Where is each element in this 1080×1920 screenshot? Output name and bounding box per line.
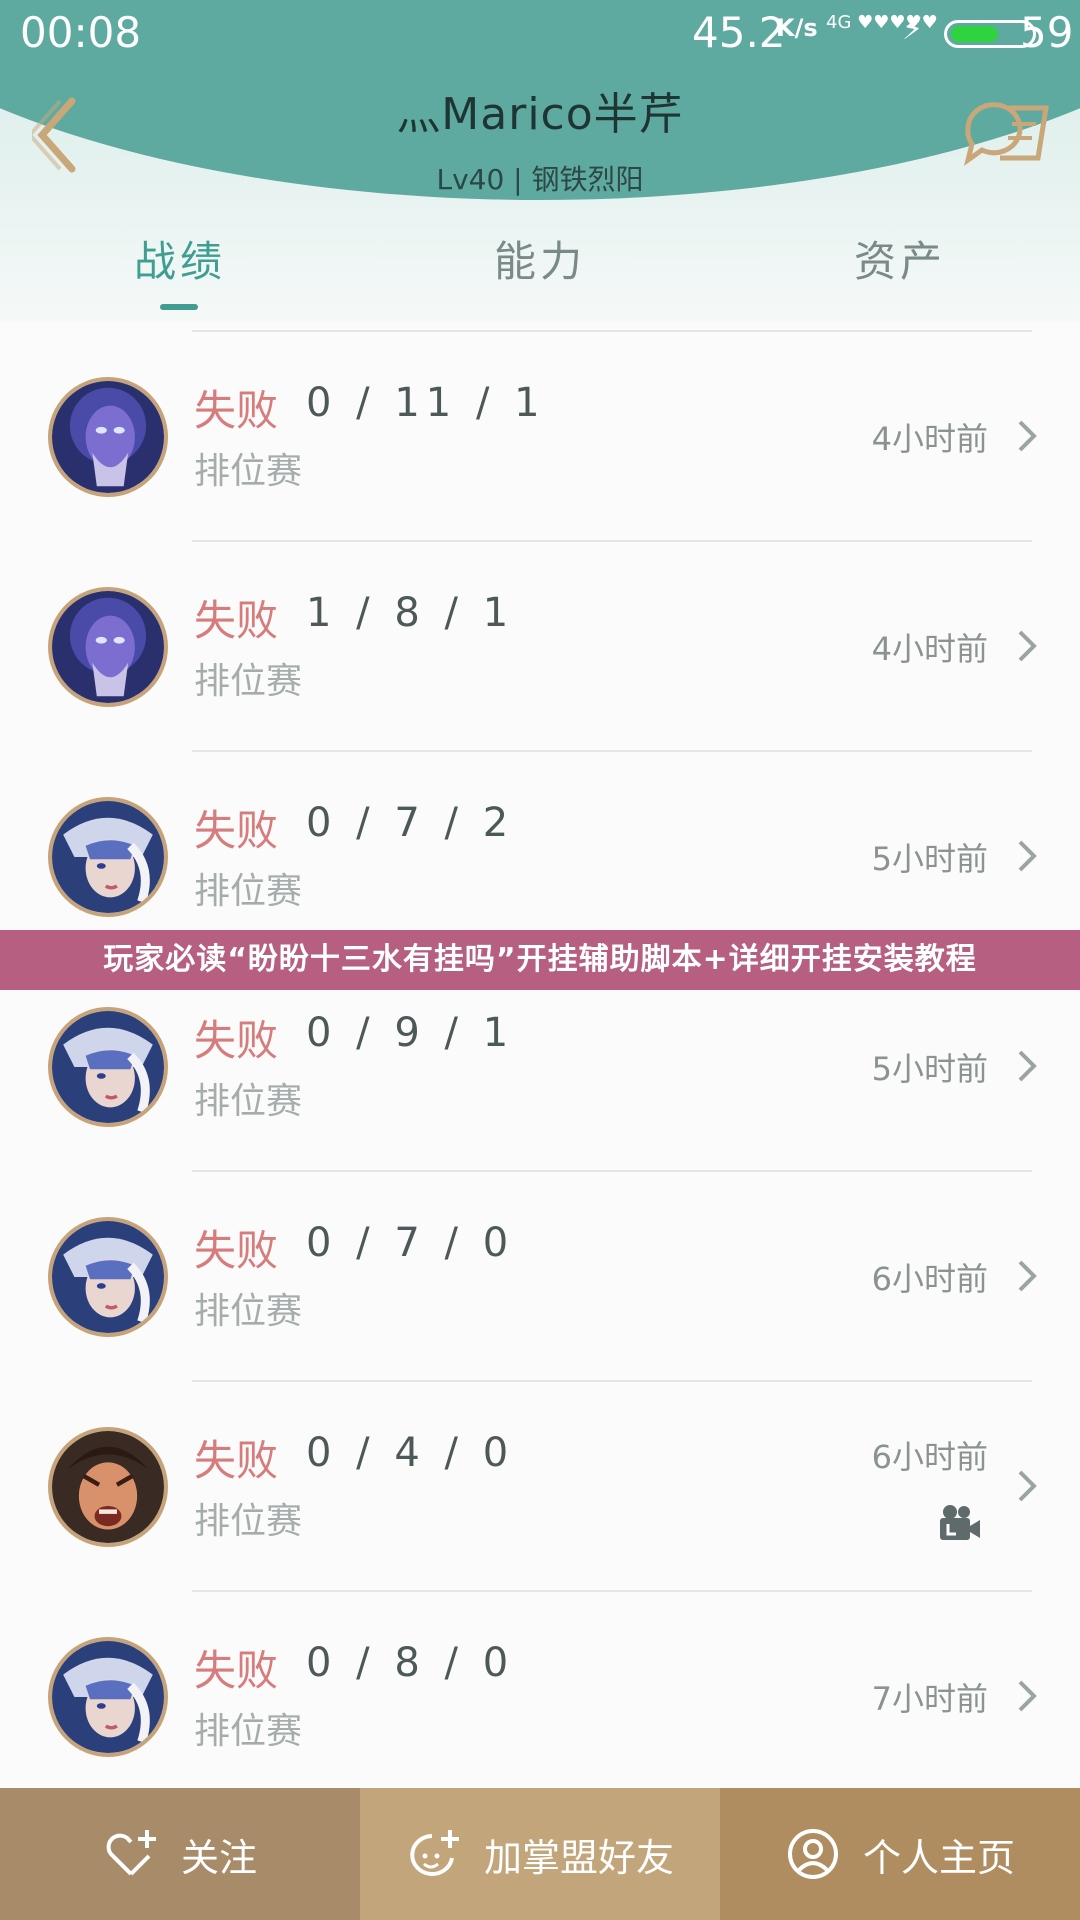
chevron-right-icon <box>1018 1680 1037 1712</box>
bottom-action-bar: 关注 加掌盟好友 个人主页 <box>0 1788 1080 1920</box>
message-list-icon[interactable] <box>960 98 1052 170</box>
match-result: 失败 <box>194 386 279 435</box>
match-kda: 0 / 7 / 0 <box>306 1220 515 1266</box>
match-mode: 排位赛 <box>194 661 303 702</box>
match-row[interactable]: 失败 0 / 4 / 0 排位赛 6小时前 <box>0 1382 1080 1592</box>
battery-fill <box>951 26 999 42</box>
match-kda: 0 / 8 / 0 <box>306 1640 515 1686</box>
chat-plus-icon <box>410 1830 459 1876</box>
hero-purple-mage-avatar <box>48 587 168 707</box>
add-friend-label: 加掌盟好友 <box>483 1835 674 1880</box>
chevron-right-icon <box>1018 840 1037 872</box>
match-kda: 1 / 8 / 1 <box>306 590 515 636</box>
match-kda: 0 / 7 / 2 <box>306 800 515 846</box>
match-mode: 排位赛 <box>194 1711 303 1752</box>
status-bar: 00:08 45.2 K/s 4G ♥♥♥♥♥ ⚡ 59 <box>0 8 1080 60</box>
battery-percent: 59 <box>1020 8 1074 57</box>
hero-warrior-avatar <box>48 1427 168 1547</box>
profile-heading: 灬Marico半芹 Lv40 | 钢铁烈阳 <box>0 78 1080 198</box>
match-time: 6小时前 <box>871 1438 988 1476</box>
hero-archer-avatar <box>48 1217 168 1337</box>
status-time: 00:08 <box>20 8 142 57</box>
match-row[interactable]: 失败 0 / 8 / 0 排位赛 7小时前 <box>0 1592 1080 1802</box>
match-time: 4小时前 <box>871 420 988 458</box>
promo-banner[interactable]: 玩家必读“盼盼十三水有挂吗”开挂辅助脚本+详细开挂安装教程 <box>0 930 1080 990</box>
player-level-rank: Lv40 | 钢铁烈阳 <box>436 163 644 196</box>
match-row[interactable]: 失败 0 / 11 / 1 排位赛 4小时前 <box>0 332 1080 542</box>
match-time: 7小时前 <box>871 1680 988 1718</box>
match-result: 失败 <box>194 596 279 645</box>
charging-icon: ⚡ <box>902 12 924 47</box>
match-result: 失败 <box>194 1646 279 1695</box>
match-mode: 排位赛 <box>194 1081 303 1122</box>
match-time: 4小时前 <box>871 630 988 668</box>
hero-purple-mage-avatar <box>48 377 168 497</box>
hero-archer-avatar <box>48 1637 168 1757</box>
add-friend-button[interactable]: 加掌盟好友 <box>360 1788 720 1920</box>
network-speed-unit: K/s <box>776 14 818 42</box>
match-result: 失败 <box>194 1436 279 1485</box>
match-row[interactable]: 失败 0 / 7 / 0 排位赛 6小时前 <box>0 1172 1080 1382</box>
match-kda: 0 / 4 / 0 <box>306 1430 515 1476</box>
match-mode: 排位赛 <box>194 1291 303 1332</box>
follow-button[interactable]: 关注 <box>0 1788 360 1920</box>
hero-archer-avatar <box>48 797 168 917</box>
hero-archer-avatar <box>48 1007 168 1127</box>
match-row[interactable]: 失败 0 / 9 / 1 排位赛 5小时前 <box>0 962 1080 1172</box>
chevron-right-icon <box>1018 1050 1037 1082</box>
follow-label: 关注 <box>180 1835 257 1880</box>
homepage-label: 个人主页 <box>862 1835 1015 1880</box>
match-mode: 排位赛 <box>194 451 303 492</box>
chevron-right-icon <box>1018 1470 1037 1502</box>
match-result: 失败 <box>194 1016 279 1065</box>
video-replay-icon[interactable] <box>938 1502 982 1542</box>
active-tab-indicator <box>160 304 198 310</box>
tab-assets[interactable]: 资产 <box>720 228 1080 289</box>
tab-ability[interactable]: 能力 <box>360 228 720 289</box>
homepage-button[interactable]: 个人主页 <box>720 1788 1080 1920</box>
app-header: 00:08 45.2 K/s 4G ♥♥♥♥♥ ⚡ 59 灬Marico半芹 L… <box>0 0 1080 322</box>
match-kda: 0 / 9 / 1 <box>306 1010 515 1056</box>
match-result: 失败 <box>194 806 279 855</box>
network-speed: 45.2 <box>692 8 786 57</box>
chevron-right-icon <box>1018 1260 1037 1292</box>
player-name: 灬Marico半芹 <box>396 89 684 140</box>
user-circle-icon <box>787 1829 838 1879</box>
match-time: 5小时前 <box>871 840 988 878</box>
match-result: 失败 <box>194 1226 279 1275</box>
match-time: 5小时前 <box>871 1050 988 1088</box>
chevron-right-icon <box>1018 630 1037 662</box>
tab-record[interactable]: 战绩 <box>0 228 360 289</box>
chevron-right-icon <box>1018 420 1037 452</box>
network-type: 4G <box>826 12 852 33</box>
match-time: 6小时前 <box>871 1260 988 1298</box>
heart-plus-icon <box>106 1830 156 1876</box>
match-kda: 0 / 11 / 1 <box>306 380 546 426</box>
match-mode: 排位赛 <box>194 871 303 912</box>
match-mode: 排位赛 <box>194 1501 303 1542</box>
match-row[interactable]: 失败 1 / 8 / 1 排位赛 4小时前 <box>0 542 1080 752</box>
